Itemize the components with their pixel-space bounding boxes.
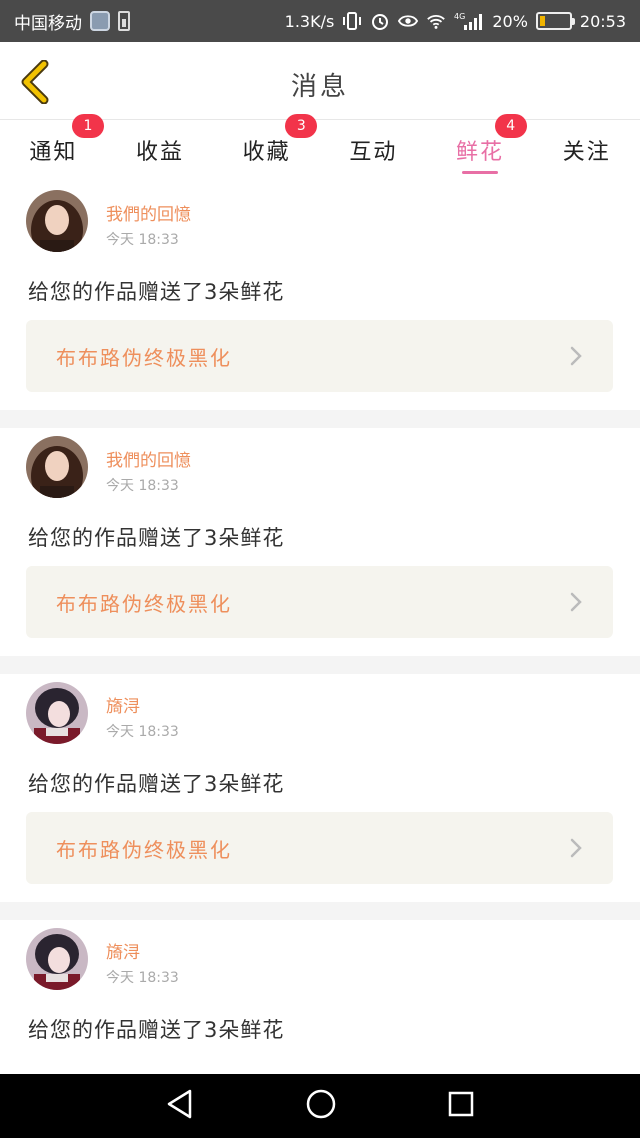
app-notification-icon [90, 11, 110, 31]
vibrate-icon [342, 11, 362, 31]
square-recents-icon [448, 1091, 474, 1117]
tab-label: 收益 [136, 140, 185, 165]
list-item: 旖浔 今天 18:33 给您的作品赠送了3朵鲜花 布布路伪终极黑化 [0, 674, 640, 902]
chevron-right-icon [570, 592, 582, 612]
app-header: 消息 [0, 42, 640, 120]
tab-favorites[interactable]: 收藏 3 [213, 114, 320, 182]
eye-comfort-icon [398, 11, 419, 31]
unread-badge: 3 [285, 114, 318, 138]
timestamp: 今天 18:33 [106, 232, 179, 248]
work-link[interactable]: 布布路伪终极黑化 [26, 812, 613, 884]
signal-icon: 4G [454, 11, 484, 31]
username[interactable]: 旖浔 [106, 938, 140, 963]
message-text: 给您的作品赠送了3朵鲜花 [28, 526, 285, 550]
work-link[interactable]: 布布路伪终极黑化 [26, 320, 613, 392]
tab-label: 关注 [562, 140, 611, 165]
carrier-label: 中国移动 [14, 13, 82, 34]
wifi-icon [426, 11, 446, 31]
message-text: 给您的作品赠送了3朵鲜花 [28, 280, 285, 304]
tab-following[interactable]: 关注 [533, 120, 640, 182]
triangle-back-icon [167, 1089, 192, 1119]
clock: 20:53 [579, 11, 626, 31]
chevron-right-icon [570, 346, 582, 366]
avatar[interactable] [26, 436, 88, 498]
flower-message-list: 我們的回憶 今天 18:33 给您的作品赠送了3朵鲜花 布布路伪终极黑化 我們的… [0, 182, 640, 1060]
timestamp: 今天 18:33 [106, 478, 179, 494]
tab-notifications[interactable]: 通知 1 [0, 114, 107, 182]
nav-recents-button[interactable] [447, 1090, 475, 1122]
alarm-icon [370, 11, 390, 31]
avatar[interactable] [26, 928, 88, 990]
message-text: 给您的作品赠送了3朵鲜花 [28, 1018, 285, 1042]
tab-label: 收藏 [242, 140, 291, 165]
tab-earnings[interactable]: 收益 [107, 120, 214, 182]
active-tab-indicator [462, 171, 499, 174]
tab-flowers[interactable]: 鲜花 4 [427, 114, 534, 182]
work-title: 布布路伪终极黑化 [56, 591, 232, 616]
timestamp: 今天 18:33 [106, 724, 179, 740]
divider [0, 902, 640, 920]
list-item: 我們的回憶 今天 18:33 给您的作品赠送了3朵鲜花 布布路伪终极黑化 [0, 428, 640, 656]
nav-home-button[interactable] [305, 1088, 337, 1124]
work-title: 布布路伪终极黑化 [56, 837, 232, 862]
username[interactable]: 旖浔 [106, 692, 140, 717]
username[interactable]: 我們的回憶 [106, 446, 191, 471]
avatar[interactable] [26, 190, 88, 252]
divider [0, 410, 640, 428]
list-item: 旖浔 今天 18:33 给您的作品赠送了3朵鲜花 [0, 920, 640, 1060]
status-bar: 中国移动 1.3K/s 4G 20% 20:53 [0, 0, 640, 42]
system-nav-bar [0, 1074, 640, 1138]
work-title: 布布路伪终极黑化 [56, 345, 232, 370]
message-text: 给您的作品赠送了3朵鲜花 [28, 772, 285, 796]
nav-back-button[interactable] [165, 1088, 195, 1124]
battery-fill [539, 16, 546, 26]
chevron-right-icon [570, 838, 582, 858]
tab-bar: 通知 1 收益 收藏 3 互动 鲜花 4 关注 [0, 114, 640, 182]
page-title: 消息 [290, 72, 349, 102]
username[interactable]: 我們的回憶 [106, 200, 191, 225]
list-item: 我們的回憶 今天 18:33 给您的作品赠送了3朵鲜花 布布路伪终极黑化 [0, 182, 640, 410]
tab-label: 互动 [349, 140, 398, 165]
unread-badge: 1 [72, 114, 104, 138]
circle-home-icon [306, 1089, 336, 1119]
battery-alert-icon [118, 11, 130, 31]
network-speed: 1.3K/s [284, 11, 335, 31]
timestamp: 今天 18:33 [106, 970, 179, 986]
tab-label: 鲜花 [456, 140, 505, 165]
avatar[interactable] [26, 682, 88, 744]
work-link[interactable]: 布布路伪终极黑化 [26, 566, 613, 638]
battery-icon [535, 12, 575, 30]
tab-interactions[interactable]: 互动 [320, 120, 427, 182]
svg-text:4G: 4G [454, 12, 465, 21]
divider [0, 656, 640, 674]
battery-percent: 20% [492, 11, 528, 31]
unread-badge: 4 [494, 114, 527, 138]
tab-label: 通知 [29, 140, 78, 165]
